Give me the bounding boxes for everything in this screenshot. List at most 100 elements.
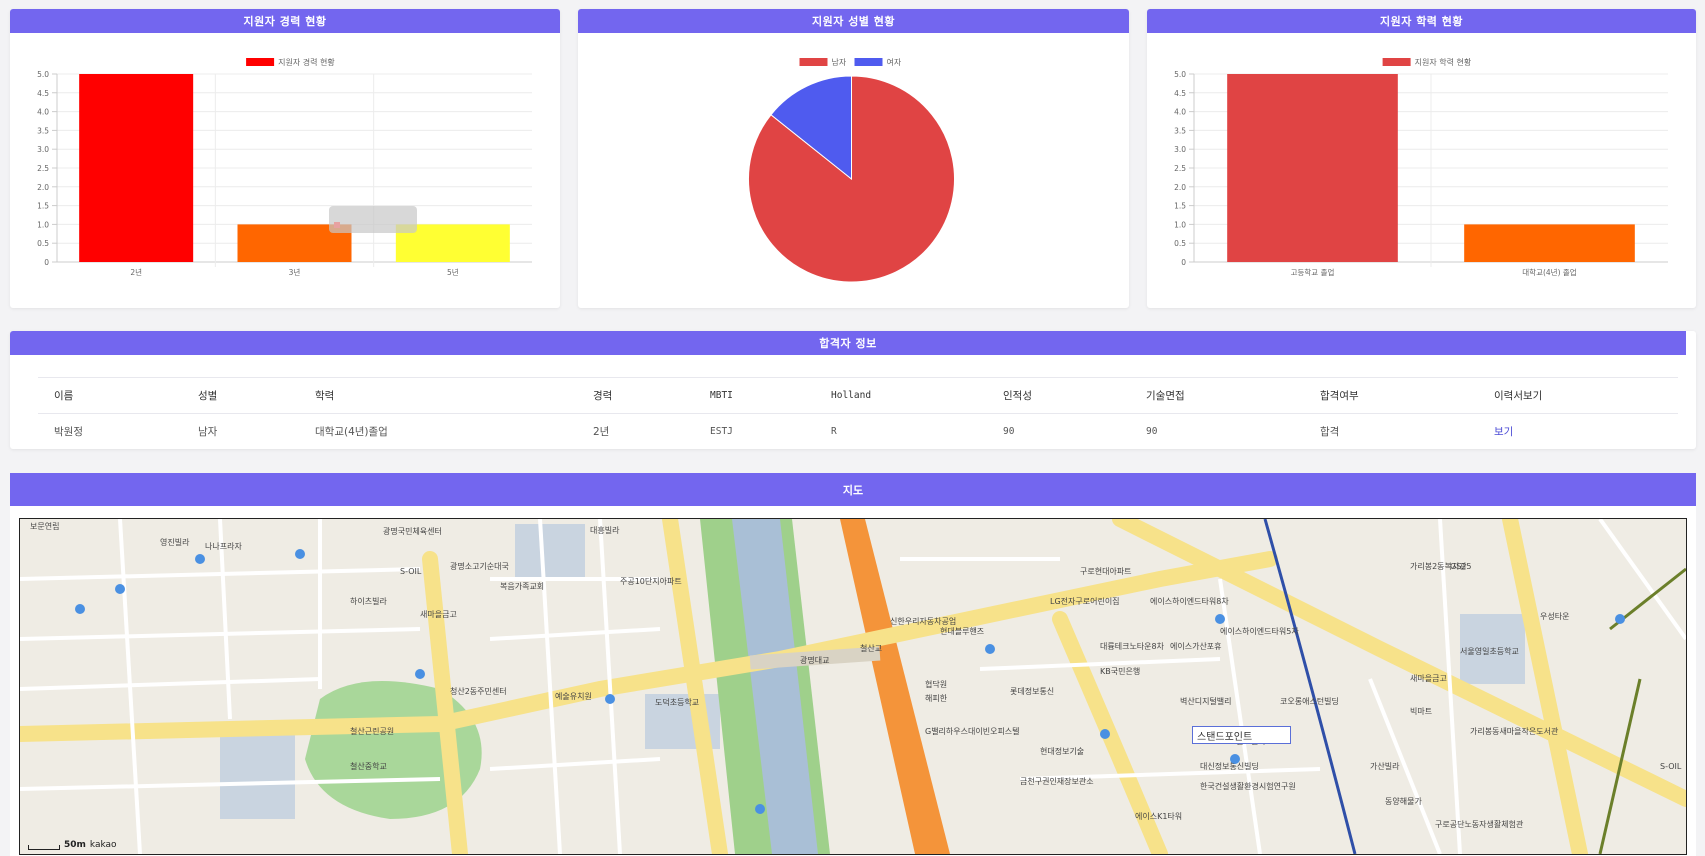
- scale-bar: [28, 845, 60, 850]
- col-result: 합격여부: [1304, 377, 1478, 414]
- col-career: 경력: [577, 377, 694, 414]
- svg-text:새마을금고: 새마을금고: [420, 610, 457, 619]
- col-aptitude: 인적성: [987, 377, 1130, 414]
- y-tick-label: 4.0: [37, 108, 49, 117]
- map-scale: 50m kakao: [28, 840, 117, 850]
- cell-education: 대학교(4년)졸업: [299, 413, 577, 449]
- gender-chart-card: 지원자 성별 현황 남자 여자: [578, 9, 1129, 308]
- svg-text:대륭테크노타운8차: 대륭테크노타운8차: [1100, 642, 1165, 651]
- gender-chart-title: 지원자 성별 현황: [578, 9, 1129, 33]
- svg-text:보문연립: 보문연립: [30, 522, 59, 531]
- kakao-map[interactable]: 보문연립 영진빌라 나나프라자 광명국민체육센터 대흥빌라 광명소고기순대국 복음가족교…: [19, 518, 1687, 855]
- svg-text:광명소고기순대국: 광명소고기순대국: [450, 561, 509, 571]
- svg-text:해피한: 해피한: [925, 693, 948, 703]
- svg-text:하이츠빌라: 하이츠빌라: [350, 596, 387, 606]
- chart-legend: 남자 여자: [799, 57, 902, 67]
- svg-text:에이스K1타워: 에이스K1타워: [1135, 811, 1182, 821]
- svg-text:롯데정보통신: 롯데정보통신: [1010, 686, 1054, 696]
- col-name: 이름: [38, 377, 182, 414]
- svg-text:현대정보기술: 현대정보기술: [1040, 746, 1084, 756]
- svg-text:현대블루핸즈: 현대블루핸즈: [940, 626, 984, 636]
- svg-text:LG전자구로어린이집: LG전자구로어린이집: [1050, 596, 1120, 606]
- y-tick-label: 1.0: [37, 220, 49, 229]
- svg-text:에이스하이엔드타워5차: 에이스하이엔드타워5차: [1220, 626, 1299, 636]
- svg-text:철산근린공원: 철산근린공원: [350, 726, 394, 736]
- table-header-row: 이름 성별 학력 경력 MBTI Holland 인적성 기술면접 합격여부 이…: [38, 377, 1678, 414]
- y-tick-label: 3.0: [1174, 145, 1186, 154]
- bar: [1464, 224, 1635, 262]
- cell-career: 2년: [577, 413, 694, 449]
- y-tick-label: 1.5: [1174, 202, 1186, 211]
- y-tick-label: 4.5: [1174, 89, 1186, 98]
- svg-text:광명대교: 광명대교: [800, 655, 829, 665]
- career-chart-title: 지원자 경력 현황: [10, 9, 560, 33]
- y-tick-label: 5.0: [37, 70, 49, 79]
- chart-tooltip: [329, 206, 417, 233]
- svg-text:신한우리자동차공업: 신한우리자동차공업: [890, 617, 956, 626]
- svg-text:GS25: GS25: [1450, 562, 1471, 571]
- svg-text:에이스가산포휴: 에이스가산포휴: [1170, 641, 1222, 651]
- legend-swatch: [246, 58, 275, 66]
- chart-legend: 지원자 학력 현황: [1382, 57, 1472, 67]
- x-tick-label: 3년: [289, 267, 301, 277]
- svg-text:빅마트: 빅마트: [1410, 707, 1432, 716]
- y-tick-label: 2.0: [1174, 183, 1186, 192]
- bar: [1227, 74, 1398, 262]
- svg-text:청산2동주민센터: 청산2동주민센터: [450, 686, 507, 696]
- legend-label: 지원자 학력 현황: [1415, 57, 1472, 67]
- svg-text:광명국민체육센터: 광명국민체육센터: [383, 526, 442, 536]
- svg-text:에이스하이엔드타워8차: 에이스하이엔드타워8차: [1150, 596, 1229, 606]
- x-tick-label: 대학교(4년) 졸업: [1522, 267, 1576, 277]
- y-tick-label: 2.5: [1174, 164, 1186, 173]
- gender-pie-chart: 남자 여자: [748, 57, 955, 283]
- map-card: 지도 보문연립 영진빌라 나나프라자 광명국민체육센터 대흥빌라 광명소고기순대…: [10, 473, 1696, 856]
- svg-text:협닥원: 협닥원: [925, 679, 947, 689]
- y-tick-label: 2.0: [37, 183, 49, 192]
- cell-result: 합격: [1304, 413, 1478, 449]
- legend-swatch: [1382, 58, 1411, 66]
- y-tick-label: 1.0: [1174, 220, 1186, 229]
- svg-text:한국건설생활환경시험연구원: 한국건설생활환경시험연구원: [1200, 781, 1296, 791]
- x-tick-label: 5년: [447, 267, 459, 277]
- y-tick-label: 3.5: [37, 126, 49, 135]
- svg-text:KB국민은행: KB국민은행: [1100, 666, 1140, 676]
- svg-text:가산빌라: 가산빌라: [1370, 761, 1400, 771]
- col-tech-interview: 기술면접: [1130, 377, 1304, 414]
- education-bar-chart: 지원자 학력 현황 0 0.5 1.0 1.5 2.0 2.5 3.0 3.5 4.0 4.5 5.0…: [1174, 57, 1668, 277]
- svg-text:S-OIL: S-OIL: [1660, 762, 1682, 771]
- kakao-logo: kakao: [89, 840, 117, 850]
- y-tick-label: 3.0: [37, 145, 49, 154]
- table-row: 박원정 남자 대학교(4년)졸업 2년 ESTJ R 90 90 합격 보기: [38, 413, 1678, 449]
- svg-text:가리봉동새마을작은도서관: 가리봉동새마을작은도서관: [1470, 726, 1559, 736]
- map-canvas[interactable]: 보문연립영진빌라 나나프라자 광명국민체육센터 대흥빌라 광명소고기순대국복음가족교…: [20, 519, 1686, 854]
- chart-legend: 지원자 경력 현황: [246, 57, 335, 67]
- svg-text:나나프라자: 나나프라자: [205, 542, 242, 551]
- map-marker-label[interactable]: 스탠드포인트: [1192, 726, 1291, 744]
- cell-gender: 남자: [182, 413, 299, 449]
- y-tick-label: 0: [1181, 258, 1186, 267]
- svg-text:서울영일초등학교: 서울영일초등학교: [1460, 646, 1519, 656]
- svg-text:S-OIL: S-OIL: [400, 567, 422, 576]
- pass-info-card: 합격자 정보 이름 성별 학력 경력 MBTI Holland 인적성 기술면접…: [10, 331, 1696, 449]
- cell-aptitude: 90: [987, 413, 1130, 449]
- education-chart-title: 지원자 학력 현황: [1147, 9, 1696, 33]
- cell-name: 박원정: [38, 413, 182, 449]
- y-tick-label: 2.5: [37, 164, 49, 173]
- resume-view-link[interactable]: 보기: [1494, 426, 1513, 438]
- y-tick-label: 5.0: [1174, 70, 1186, 79]
- x-tick-label: 고등학교 졸업: [1291, 267, 1335, 277]
- svg-text:예술유치원: 예술유치원: [555, 691, 592, 701]
- y-tick-label: 4.0: [1174, 108, 1186, 117]
- col-gender: 성별: [182, 377, 299, 414]
- svg-text:복음가족교회: 복음가족교회: [500, 582, 544, 591]
- pass-info-title: 합격자 정보: [10, 331, 1686, 355]
- legend-swatch: [854, 58, 883, 66]
- legend-label: 남자: [832, 58, 847, 67]
- svg-text:도덕초등학교: 도덕초등학교: [655, 697, 699, 707]
- bar: [79, 74, 194, 262]
- scale-label: 50m: [64, 840, 86, 850]
- svg-text:철산중학교: 철산중학교: [350, 761, 387, 771]
- svg-text:영진빌라: 영진빌라: [160, 537, 190, 547]
- career-chart-card: 지원자 경력 현황 지원자 경력 현황 0 0.5 1.0 1.5 2.0 2.5 3.0 3.…: [10, 9, 560, 308]
- svg-text:동양해물가: 동양해물가: [1385, 796, 1422, 806]
